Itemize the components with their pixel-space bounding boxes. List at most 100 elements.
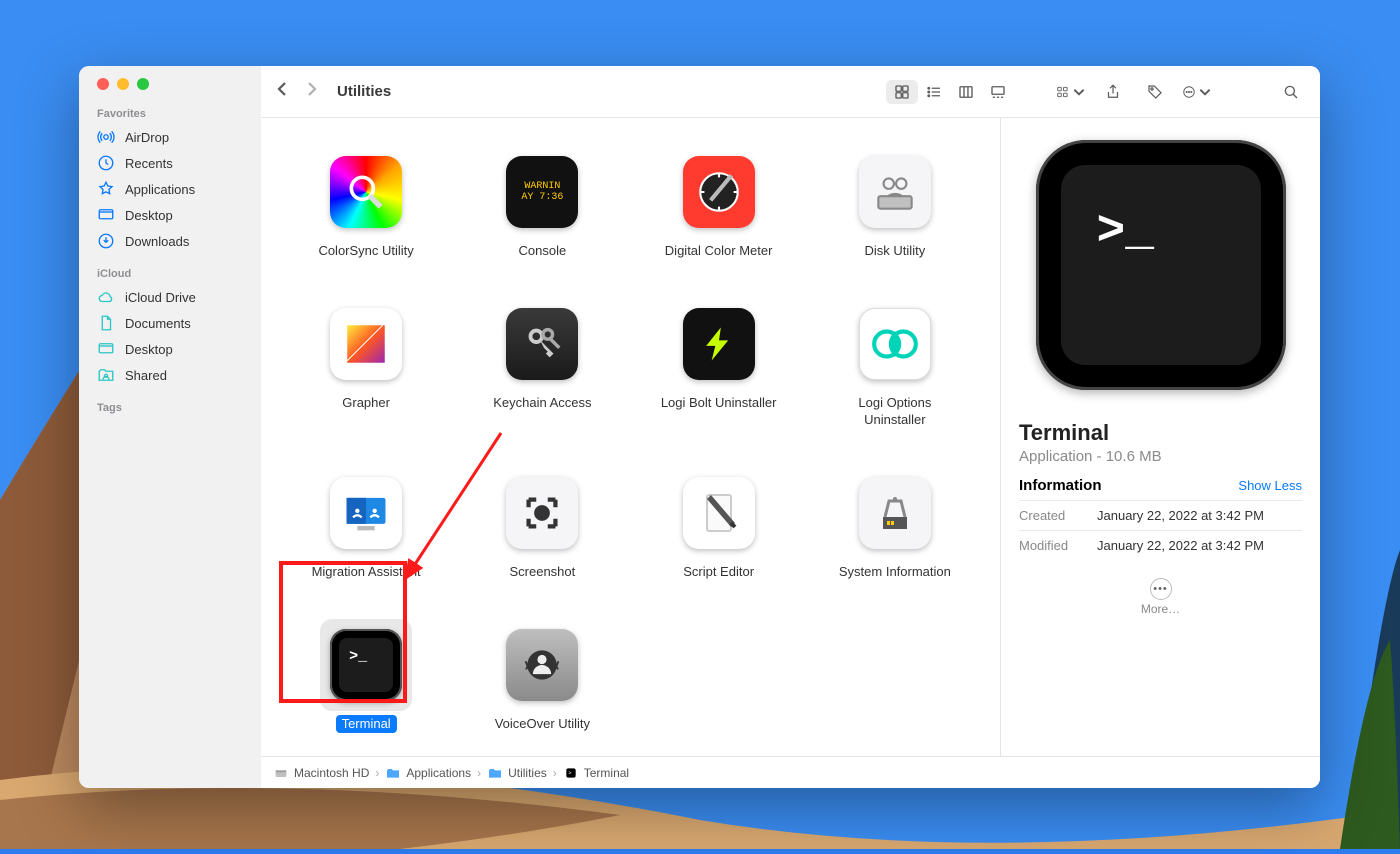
view-list-button[interactable] [918, 80, 950, 104]
app-icon [673, 467, 765, 559]
show-less-button[interactable]: Show Less [1238, 478, 1302, 493]
sidebar-item-label: AirDrop [125, 130, 169, 145]
search-button[interactable] [1276, 80, 1306, 104]
sidebar-item-label: Applications [125, 182, 195, 197]
document-icon [97, 314, 115, 332]
app-item-migration[interactable]: Migration Assistant [283, 467, 449, 581]
sidebar-item-desktop[interactable]: Desktop [79, 202, 261, 228]
app-label: Logi Options Uninstaller [820, 394, 970, 429]
crumb-icon: > [563, 765, 579, 781]
crumb-label: Terminal [584, 766, 629, 780]
app-item-scripteditor[interactable]: Script Editor [636, 467, 802, 581]
app-label: Logi Bolt Uninstaller [655, 394, 783, 412]
nav-back-button[interactable] [275, 80, 289, 103]
app-label: VoiceOver Utility [489, 715, 596, 733]
tags-button[interactable] [1140, 80, 1170, 104]
window-traffic-lights [79, 78, 261, 104]
app-item-sysinfo[interactable]: System Information [812, 467, 978, 581]
sidebar-item-applications[interactable]: Applications [79, 176, 261, 202]
clock-icon [97, 154, 115, 172]
more-button[interactable]: ••• More… [1141, 578, 1180, 616]
path-segment[interactable]: Applications [385, 765, 471, 781]
sidebar-item-label: Desktop [125, 208, 173, 223]
chevron-right-icon: › [477, 766, 481, 780]
action-menu-button[interactable] [1182, 80, 1212, 104]
finder-window: Favorites AirDrop Recents Applications D… [79, 66, 1320, 788]
maximize-button[interactable] [137, 78, 149, 90]
app-icon [496, 467, 588, 559]
app-icon [496, 298, 588, 390]
sidebar-item-icloud-drive[interactable]: iCloud Drive [79, 284, 261, 310]
path-segment[interactable]: Macintosh HD [273, 765, 369, 781]
app-label: Grapher [336, 394, 396, 412]
sidebar-item-downloads[interactable]: Downloads [79, 228, 261, 254]
sidebar-item-label: Downloads [125, 234, 189, 249]
app-label: Keychain Access [487, 394, 597, 412]
sidebar-item-airdrop[interactable]: AirDrop [79, 124, 261, 150]
applications-icon [97, 180, 115, 198]
sidebar-item-label: Shared [125, 368, 167, 383]
app-item-colorsync[interactable]: ColorSync Utility [283, 146, 449, 260]
sidebar-heading-favorites: Favorites [79, 104, 261, 124]
view-icon-button[interactable] [886, 80, 918, 104]
crumb-label: Applications [406, 766, 471, 780]
info-key: Modified [1019, 538, 1083, 553]
app-item-digitalcolor[interactable]: Digital Color Meter [636, 146, 802, 260]
sidebar-item-label: Documents [125, 316, 191, 331]
app-item-terminal[interactable]: >_Terminal [283, 619, 449, 733]
path-segment[interactable]: Utilities [487, 765, 547, 781]
sidebar-item-shared[interactable]: Shared [79, 362, 261, 388]
info-value: January 22, 2022 at 3:42 PM [1097, 508, 1264, 523]
app-label: Migration Assistant [306, 563, 427, 581]
app-label: Terminal [336, 715, 397, 733]
app-item-screenshot[interactable]: Screenshot [459, 467, 625, 581]
nav-forward-button[interactable] [305, 80, 319, 103]
preview-pane: >_ Terminal Application - 10.6 MB Inform… [1000, 118, 1320, 756]
info-row: ModifiedJanuary 22, 2022 at 3:42 PM [1019, 530, 1302, 560]
chevron-right-icon: › [375, 766, 379, 780]
app-label: Disk Utility [859, 242, 932, 260]
view-column-button[interactable] [950, 80, 982, 104]
info-heading: Information [1019, 477, 1102, 494]
app-item-logibolt[interactable]: Logi Bolt Uninstaller [636, 298, 802, 429]
close-button[interactable] [97, 78, 109, 90]
crumb-icon [273, 765, 289, 781]
preview-app-icon: >_ [1036, 140, 1286, 390]
sidebar-item-documents[interactable]: Documents [79, 310, 261, 336]
app-icon [849, 298, 941, 390]
airdrop-icon [97, 128, 115, 146]
icon-grid-area[interactable]: ColorSync Utility WARNINAY 7:36ConsoleDig… [261, 118, 1000, 756]
crumb-icon [487, 765, 503, 781]
app-icon: WARNINAY 7:36 [496, 146, 588, 238]
share-button[interactable] [1098, 80, 1128, 104]
crumb-label: Macintosh HD [294, 766, 369, 780]
view-switcher [886, 80, 1014, 104]
info-row: CreatedJanuary 22, 2022 at 3:42 PM [1019, 500, 1302, 530]
view-gallery-button[interactable] [982, 80, 1014, 104]
app-icon [320, 467, 412, 559]
window-title: Utilities [337, 83, 391, 100]
app-label: Script Editor [677, 563, 760, 581]
app-item-logioptions[interactable]: Logi Options Uninstaller [812, 298, 978, 429]
preview-title: Terminal [1019, 420, 1302, 446]
app-item-console[interactable]: WARNINAY 7:36Console [459, 146, 625, 260]
sidebar-item-recents[interactable]: Recents [79, 150, 261, 176]
cloud-icon [97, 288, 115, 306]
minimize-button[interactable] [117, 78, 129, 90]
shared-folder-icon [97, 366, 115, 384]
sidebar-item-desktop-icloud[interactable]: Desktop [79, 336, 261, 362]
app-label: ColorSync Utility [312, 242, 419, 260]
svg-text:>: > [568, 770, 571, 776]
desktop-icon [97, 206, 115, 224]
app-item-keychain[interactable]: Keychain Access [459, 298, 625, 429]
app-icon [673, 298, 765, 390]
app-item-diskutility[interactable]: Disk Utility [812, 146, 978, 260]
sidebar-heading-icloud: iCloud [79, 264, 261, 284]
app-item-grapher[interactable]: Grapher [283, 298, 449, 429]
chevron-right-icon: › [553, 766, 557, 780]
group-by-button[interactable] [1056, 80, 1086, 104]
app-icon [849, 467, 941, 559]
app-icon [673, 146, 765, 238]
path-segment[interactable]: > Terminal [563, 765, 629, 781]
app-item-voiceover[interactable]: VoiceOver Utility [459, 619, 625, 733]
